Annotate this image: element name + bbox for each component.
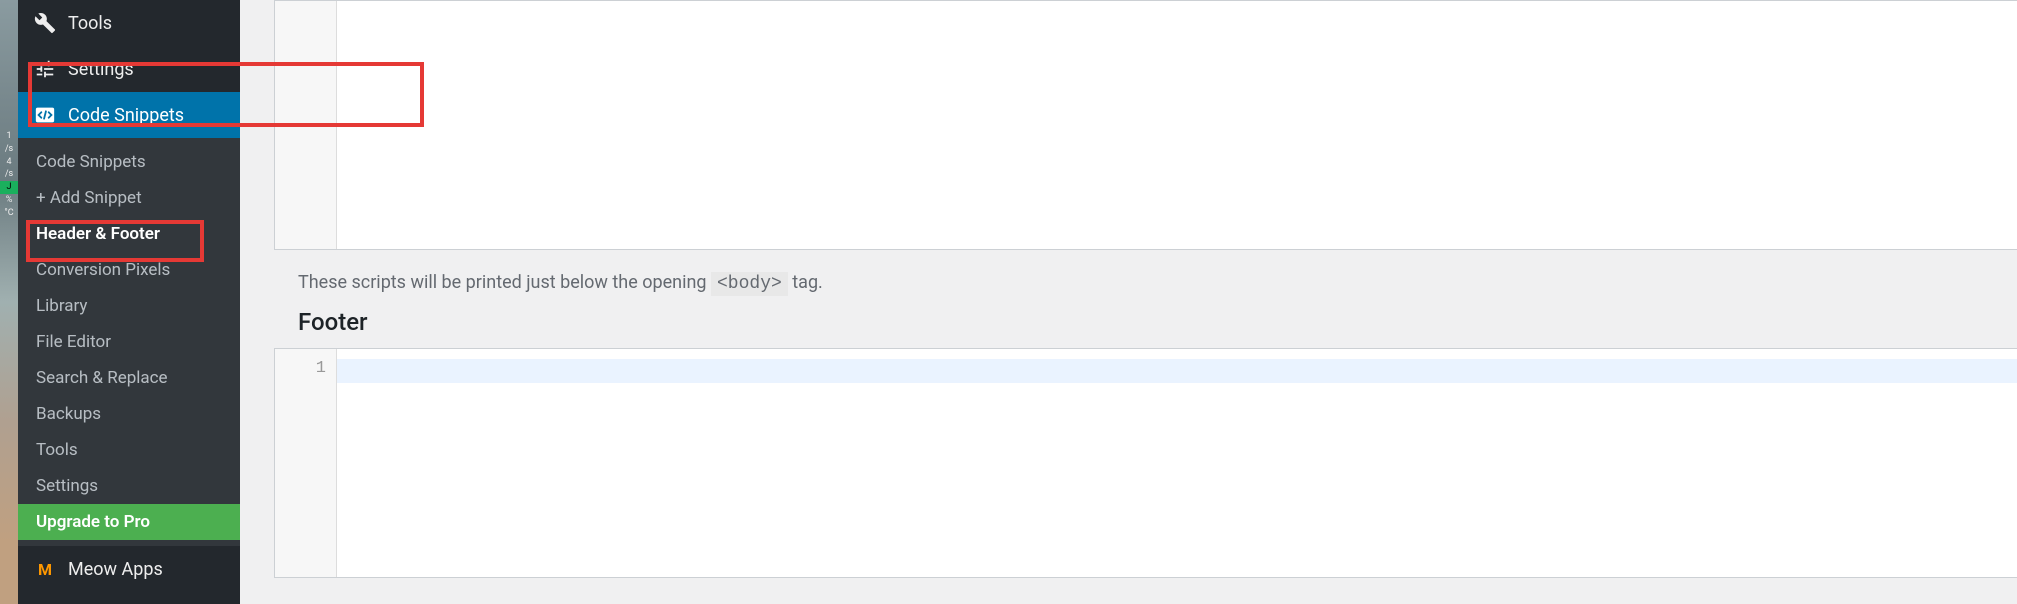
code-snippets-submenu: Code Snippets + Add Snippet Header & Foo… xyxy=(18,138,240,546)
sidebar-item-code-snippets[interactable]: Code Snippets xyxy=(18,92,240,138)
body-scripts-editor[interactable] xyxy=(274,0,2017,250)
main-content: These scripts will be printed just below… xyxy=(240,0,2017,604)
system-sidebar-strip: 1 /s 4 /s J % °C xyxy=(0,0,18,604)
body-scripts-description: These scripts will be printed just below… xyxy=(298,272,1959,294)
sidebar-item-tools[interactable]: Tools xyxy=(18,0,240,46)
wrench-icon xyxy=(32,10,58,36)
sidebar-item-meow-apps[interactable]: M Meow Apps xyxy=(18,546,240,592)
submenu-upgrade-pro[interactable]: Upgrade to Pro xyxy=(18,504,240,540)
submenu-backups[interactable]: Backups xyxy=(18,396,240,432)
editor-textarea[interactable] xyxy=(337,1,2017,249)
sliders-icon xyxy=(32,56,58,82)
editor-active-line xyxy=(337,359,2017,383)
submenu-tools[interactable]: Tools xyxy=(18,432,240,468)
sidebar-item-label: Meow Apps xyxy=(68,559,163,580)
submenu-header-footer[interactable]: Header & Footer xyxy=(18,216,240,252)
code-snippets-icon xyxy=(32,102,58,128)
line-number: 1 xyxy=(275,359,326,378)
editor-gutter xyxy=(275,1,337,249)
sidebar-item-label: Code Snippets xyxy=(68,105,184,126)
sidebar-item-settings[interactable]: Settings xyxy=(18,46,240,92)
submenu-search-replace[interactable]: Search & Replace xyxy=(18,360,240,396)
submenu-add-snippet[interactable]: + Add Snippet xyxy=(18,180,240,216)
footer-scripts-editor[interactable]: 1 xyxy=(274,348,2017,578)
submenu-conversion-pixels[interactable]: Conversion Pixels xyxy=(18,252,240,288)
editor-textarea[interactable] xyxy=(337,349,2017,577)
submenu-library[interactable]: Library xyxy=(18,288,240,324)
submenu-code-snippets[interactable]: Code Snippets xyxy=(18,144,240,180)
strip-stats: 1 /s 4 /s J % °C xyxy=(0,130,18,220)
sidebar-item-label: Tools xyxy=(68,13,112,34)
sidebar-item-label: Settings xyxy=(68,59,134,80)
meow-apps-icon: M xyxy=(32,556,58,582)
editor-line-numbers: 1 xyxy=(275,349,337,577)
footer-section-title: Footer xyxy=(298,308,1959,336)
submenu-file-editor[interactable]: File Editor xyxy=(18,324,240,360)
body-tag-code: <body> xyxy=(711,272,788,296)
admin-sidebar: Tools Settings Code Snippets Code Snippe… xyxy=(18,0,240,604)
submenu-settings[interactable]: Settings xyxy=(18,468,240,504)
